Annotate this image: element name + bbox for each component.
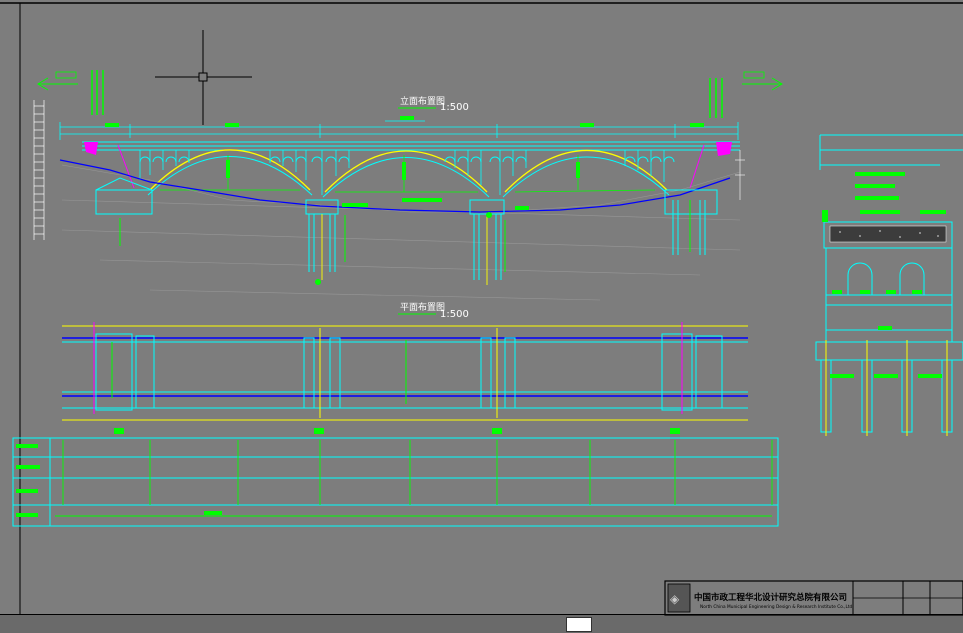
plan-scale: 1:500 bbox=[440, 309, 469, 320]
svg-text:◈: ◈ bbox=[670, 592, 680, 606]
elevation-title: 立面布置图 bbox=[400, 95, 445, 107]
elevation-scale: 1:500 bbox=[440, 102, 469, 113]
company-name-en: North China Municipal Engineering Design… bbox=[700, 604, 853, 610]
model-space-background bbox=[0, 0, 963, 633]
plan-title: 平面布置图 bbox=[400, 301, 445, 313]
company-name-cn: 中国市政工程华北设计研究总院有限公司 bbox=[694, 592, 847, 603]
layout-tab-indicator[interactable] bbox=[566, 617, 592, 632]
cad-drawing-canvas[interactable]: 立面布置图 1:500 平面布置图 1:500 ◈ 中国市政工程华北设计研究总院… bbox=[0, 0, 963, 633]
